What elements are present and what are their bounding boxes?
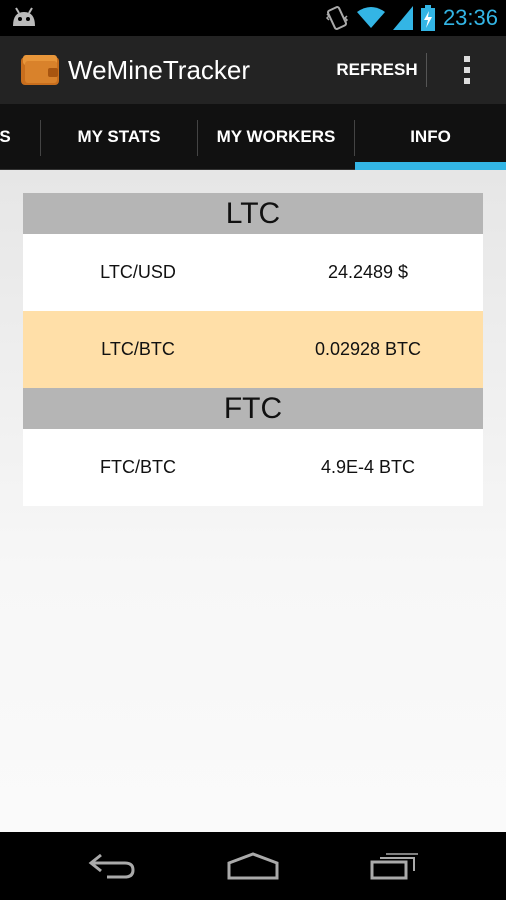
signal-icon (392, 6, 413, 30)
wallet-app-icon[interactable] (20, 54, 60, 86)
exchange-rate: 4.9E-4 BTC (320, 457, 416, 477)
info-content[interactable]: LTC LTC/USD 24.2489 $ LTC/BTC 0.02928 BT… (0, 170, 506, 832)
android-notification-icon (13, 7, 35, 26)
currency-pair: FTC/BTC (100, 457, 176, 477)
tab-selected-indicator (355, 162, 506, 170)
home-button[interactable] (223, 846, 283, 886)
status-clock: 23:36 (442, 5, 498, 30)
action-bar-divider (426, 53, 427, 87)
exchange-rate: 0.02928 BTC (314, 339, 422, 359)
vibrate-icon (325, 6, 348, 30)
status-bar: 23:36 (0, 0, 506, 36)
app-title: WeMineTracker (68, 55, 251, 85)
recent-apps-button[interactable] (364, 846, 424, 886)
back-button[interactable] (82, 846, 142, 886)
exchange-rate: 24.2489 $ (327, 262, 409, 282)
tab-bar: S MY STATS MY WORKERS INFO (0, 104, 506, 170)
back-icon (88, 853, 135, 879)
battery-charging-icon (420, 5, 435, 31)
wifi-icon (356, 7, 385, 28)
navigation-bar (0, 832, 506, 900)
tab-my-stats[interactable]: MY STATS (41, 104, 197, 170)
table-row: LTC/BTC 0.02928 BTC (23, 311, 483, 388)
overflow-menu-icon[interactable] (440, 36, 494, 104)
recent-apps-icon (370, 853, 418, 880)
exchange-rate-table: LTC LTC/USD 24.2489 $ LTC/BTC 0.02928 BT… (23, 193, 483, 506)
tab-partial[interactable]: S (0, 104, 40, 170)
currency-pair: LTC/BTC (101, 339, 175, 359)
tab-info[interactable]: INFO (355, 104, 506, 170)
tab-my-workers[interactable]: MY WORKERS (198, 104, 354, 170)
table-row: LTC/USD 24.2489 $ (23, 234, 483, 311)
section-header-ftc: FTC (23, 388, 483, 429)
currency-pair: LTC/USD (100, 262, 176, 282)
section-header-ltc: LTC (23, 193, 483, 234)
home-icon (227, 852, 279, 880)
table-row: FTC/BTC 4.9E-4 BTC (23, 429, 483, 506)
refresh-button[interactable]: REFRESH (328, 36, 426, 104)
action-bar: WeMineTracker REFRESH (0, 36, 506, 104)
